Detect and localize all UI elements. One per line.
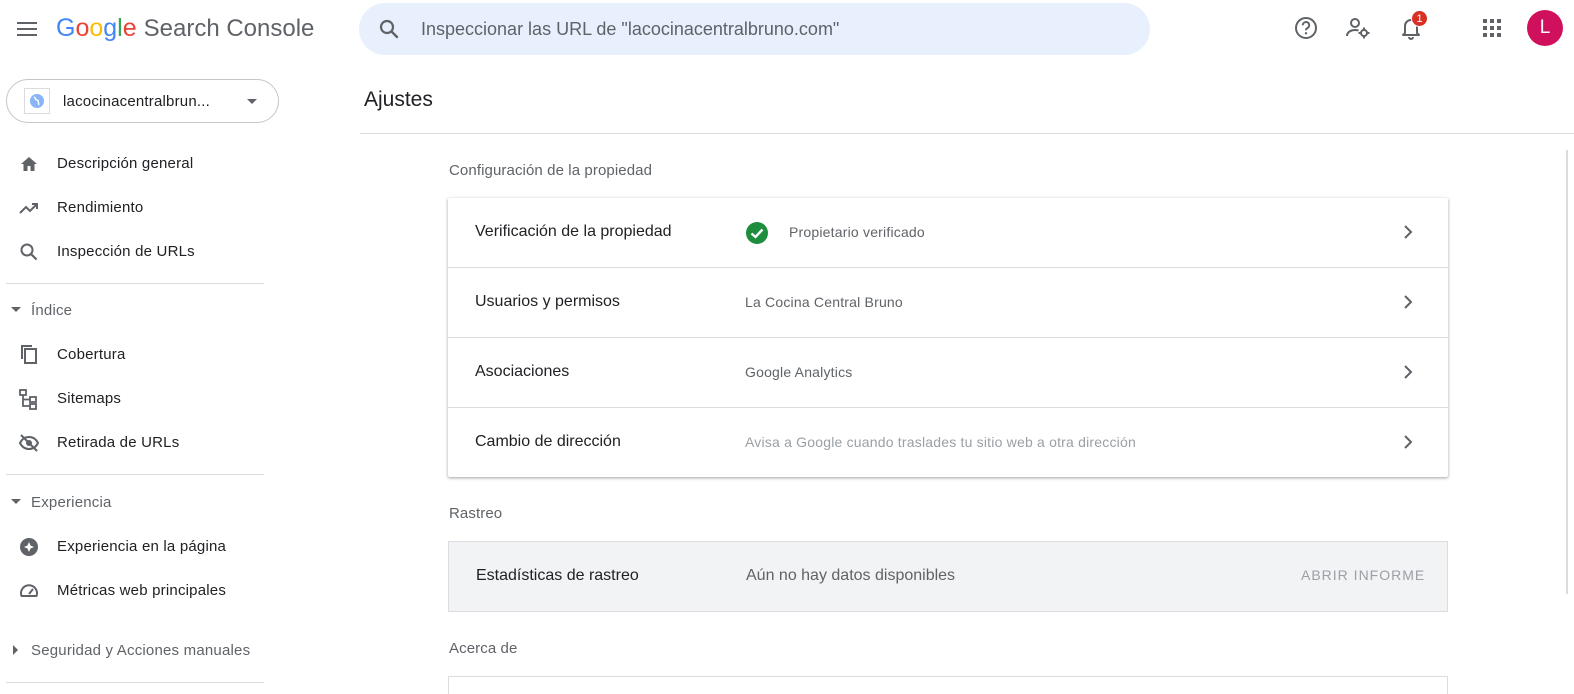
row-title: Usuarios y permisos — [475, 293, 620, 310]
sidebar-item-removals[interactable]: Retirada de URLs — [0, 423, 270, 463]
row-value: Google Analytics — [745, 364, 853, 380]
sidebar-item-label: Cobertura — [57, 346, 126, 363]
associations-row[interactable]: Asociaciones Google Analytics — [448, 338, 1448, 408]
notification-badge: 1 — [1411, 10, 1428, 27]
search-input[interactable] — [421, 16, 1121, 42]
check-circle-icon — [746, 222, 768, 244]
sidebar-item-url-inspection[interactable]: Inspección de URLs — [0, 232, 270, 272]
caret-down-icon — [11, 499, 21, 504]
row-value: Propietario verificado — [789, 224, 925, 240]
sidebar-item-core-web-vitals[interactable]: Métricas web principales — [0, 571, 270, 611]
sidebar-item-label: Retirada de URLs — [57, 434, 180, 451]
about-heading: Acerca de — [449, 640, 518, 657]
row-title: Estadísticas de rastreo — [476, 567, 639, 584]
google-wordmark: Google — [56, 14, 137, 42]
avatar[interactable]: L — [1527, 10, 1563, 46]
search-console-logo[interactable]: Google Search Console — [56, 14, 314, 46]
sidebar-divider — [6, 682, 264, 683]
sidebar-divider — [6, 474, 264, 475]
users-permissions-row[interactable]: Usuarios y permisos La Cocina Central Br… — [448, 268, 1448, 338]
chevron-right-icon — [1404, 225, 1413, 239]
copy-icon — [21, 345, 37, 364]
apps-icon[interactable] — [1478, 14, 1506, 42]
sidebar-item-label: Rendimiento — [57, 199, 144, 216]
section-label: Índice — [31, 302, 73, 319]
chevron-right-icon — [1404, 295, 1413, 309]
sidebar-item-coverage[interactable]: Cobertura — [0, 335, 270, 375]
change-of-address-row[interactable]: Cambio de dirección Avisa a Google cuand… — [448, 408, 1448, 478]
row-title: Verificación de la propiedad — [475, 223, 672, 240]
search-icon — [20, 243, 38, 261]
verification-row[interactable]: Verificación de la propiedad Propietario… — [448, 198, 1448, 268]
globe-icon — [24, 88, 50, 114]
sidebar-item-label: Descripción general — [57, 155, 194, 172]
sidebar-section-experience[interactable]: Experiencia — [0, 488, 270, 518]
sidebar-item-performance[interactable]: Rendimiento — [0, 188, 270, 228]
property-name: lacocinacentralbrun... — [63, 93, 210, 110]
sidebar-item-page-experience[interactable]: Experiencia en la página — [0, 527, 270, 567]
caret-right-icon — [13, 645, 18, 655]
search-icon — [379, 19, 399, 39]
sidebar-item-label: Inspección de URLs — [57, 243, 195, 260]
chevron-right-icon — [1404, 365, 1413, 379]
open-report-button[interactable]: ABRIR INFORME — [1301, 567, 1425, 583]
row-title: Asociaciones — [475, 363, 570, 380]
manage-users-icon[interactable] — [1344, 14, 1372, 42]
plus-circle-icon — [20, 538, 38, 556]
scrollbar[interactable] — [1566, 150, 1568, 594]
sidebar-divider — [6, 283, 264, 284]
sidebar-section-index[interactable]: Índice — [0, 296, 270, 326]
row-title: Cambio de dirección — [475, 433, 621, 450]
sitemap-icon — [19, 389, 37, 410]
section-label: Seguridad y Acciones manuales — [31, 642, 251, 659]
trending-up-icon — [19, 203, 38, 214]
crawl-stats-row: Estadísticas de rastreo Aún no hay datos… — [448, 541, 1448, 612]
chevron-right-icon — [1404, 435, 1413, 449]
property-settings-card: Verificación de la propiedad Propietario… — [448, 198, 1448, 477]
property-config-heading: Configuración de la propiedad — [449, 162, 653, 179]
sidebar-item-overview[interactable]: Descripción general — [0, 144, 270, 184]
sidebar-section-security[interactable]: Seguridad y Acciones manuales — [0, 636, 270, 666]
eye-off-icon — [18, 434, 40, 452]
product-name: Search Console — [143, 15, 315, 42]
title-divider — [360, 133, 1574, 134]
url-inspection-search[interactable] — [359, 3, 1150, 55]
menu-icon[interactable] — [12, 14, 42, 44]
row-value: Aún no hay datos disponibles — [746, 567, 956, 584]
sidebar-item-label: Métricas web principales — [57, 582, 227, 599]
page-title: Ajustes — [364, 88, 433, 111]
row-value: La Cocina Central Bruno — [745, 294, 903, 310]
sidebar-item-sitemaps[interactable]: Sitemaps — [0, 379, 270, 419]
sidebar-item-label: Experiencia en la página — [57, 538, 227, 555]
speed-icon — [20, 584, 38, 597]
caret-down-icon — [11, 307, 21, 312]
row-value: Avisa a Google cuando traslades tu sitio… — [745, 434, 1136, 450]
property-selector[interactable]: lacocinacentralbrun... — [6, 79, 279, 123]
sidebar-item-label: Sitemaps — [57, 390, 122, 407]
about-card — [448, 676, 1448, 694]
home-icon — [21, 157, 37, 171]
section-label: Experiencia — [31, 494, 112, 511]
help-icon[interactable] — [1292, 14, 1320, 42]
crawl-heading: Rastreo — [449, 505, 503, 522]
chevron-down-icon — [247, 99, 257, 104]
app-header: Google Search Console 1 L — [0, 0, 1574, 58]
